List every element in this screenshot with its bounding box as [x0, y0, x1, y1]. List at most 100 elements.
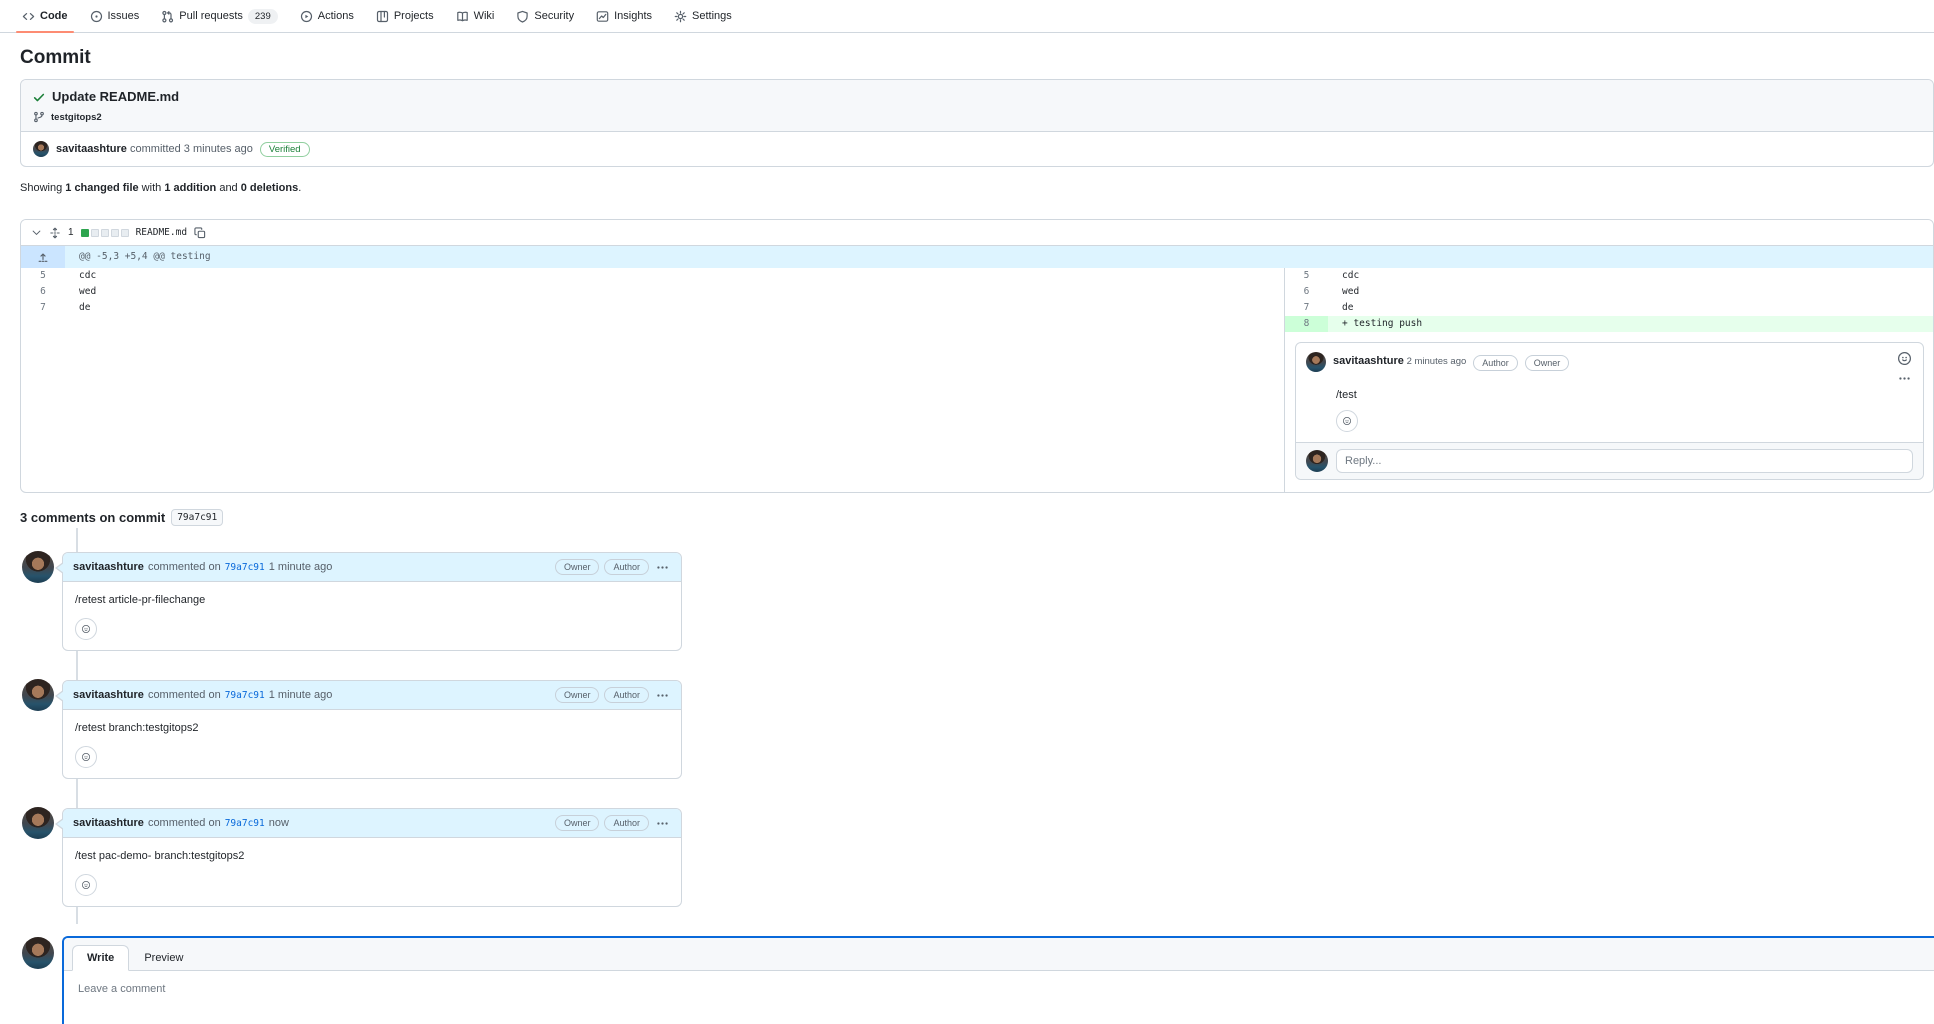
- avatar[interactable]: [1306, 450, 1328, 472]
- avatar[interactable]: [33, 141, 49, 157]
- tab-actions[interactable]: Actions: [300, 0, 354, 32]
- kebab-menu-icon[interactable]: [654, 817, 671, 830]
- author-badge: Author: [1473, 355, 1518, 371]
- diff-empty-cell: [65, 316, 1284, 332]
- commit-author[interactable]: savitaashture: [56, 143, 127, 155]
- commit-title: Update README.md: [52, 89, 179, 104]
- comment-time: 1 minute ago: [269, 689, 333, 701]
- diff-line-number[interactable]: 8: [1284, 316, 1328, 332]
- inline-thread-cell: savitaashture 2 minutes ago Author Owner…: [1284, 332, 1933, 492]
- composer-box: Write Preview: [62, 936, 1934, 1024]
- comments-heading: 3 comments on commit 79a7c91: [20, 509, 1934, 526]
- add-reaction-button[interactable]: [1336, 410, 1358, 432]
- avatar[interactable]: [1306, 352, 1326, 372]
- kebab-menu-icon[interactable]: [654, 689, 671, 702]
- comment-author[interactable]: savitaashture: [73, 689, 144, 701]
- copy-icon: [194, 227, 206, 239]
- author-badge: Author: [604, 559, 649, 575]
- actions-icon: [300, 10, 313, 23]
- tab-code[interactable]: Code: [22, 0, 68, 32]
- unfold-icon: [49, 227, 61, 239]
- verified-badge[interactable]: Verified: [260, 142, 310, 157]
- code-icon: [22, 10, 35, 23]
- tab-actions-label: Actions: [318, 10, 354, 22]
- git-branch-icon: [33, 111, 45, 123]
- tab-write[interactable]: Write: [72, 945, 129, 971]
- comment-time: 1 minute ago: [269, 561, 333, 573]
- avatar[interactable]: [22, 679, 54, 711]
- additions-count: 1 addition: [164, 182, 216, 194]
- diff-empty-cell: [21, 316, 65, 332]
- tab-insights-label: Insights: [614, 10, 652, 22]
- commit-meta: savitaashture committed 3 minutes ago Ve…: [21, 132, 1933, 166]
- commit-sha-link[interactable]: 79a7c91: [225, 562, 265, 573]
- expand-hunk-button[interactable]: [21, 246, 65, 268]
- diff-line-content: de: [1328, 300, 1933, 316]
- diff-line-content: cdc: [65, 268, 1284, 284]
- comment-author[interactable]: savitaashture: [73, 561, 144, 573]
- diff-line-number[interactable]: 7: [1284, 300, 1328, 316]
- owner-badge: Owner: [555, 687, 600, 703]
- diff-line-number[interactable]: 7: [21, 300, 65, 316]
- diff-line-number[interactable]: 6: [1284, 284, 1328, 300]
- wiki-icon: [456, 10, 469, 23]
- author-badge: Author: [604, 687, 649, 703]
- collapse-file-button[interactable]: [31, 227, 42, 238]
- commit-meta-text: committed 3 minutes ago: [130, 143, 253, 155]
- comment-time: 2 minutes ago: [1407, 356, 1467, 367]
- tab-projects[interactable]: Projects: [376, 0, 434, 32]
- comment-author[interactable]: savitaashture: [73, 817, 144, 829]
- check-icon: [33, 91, 45, 103]
- tab-wiki[interactable]: Wiki: [456, 0, 495, 32]
- add-reaction-button[interactable]: [75, 618, 97, 640]
- diff-line-content-addition: + testing push: [1328, 316, 1933, 332]
- diff-line-number[interactable]: 5: [1284, 268, 1328, 284]
- tab-security[interactable]: Security: [516, 0, 574, 32]
- copy-path-button[interactable]: [194, 227, 206, 239]
- split-diff: @@ -5,3 +5,4 @@ testing 5 cdc 5 cdc 6 we…: [21, 246, 1933, 492]
- inline-comment-thread: savitaashture 2 minutes ago Author Owner…: [1295, 342, 1924, 480]
- commit-sha-link[interactable]: 79a7c91: [225, 690, 265, 701]
- tab-issues[interactable]: Issues: [90, 0, 140, 32]
- comment: savitaashture commented on 79a7c91 1 min…: [0, 552, 1934, 651]
- comment-time: now: [269, 817, 289, 829]
- commit-box: Update README.md testgitops2 savitaashtu…: [20, 79, 1934, 167]
- diff-filename[interactable]: README.md: [136, 227, 187, 238]
- kebab-menu-icon[interactable]: [654, 561, 671, 574]
- diff-line-content: wed: [1328, 284, 1933, 300]
- add-reaction-button[interactable]: [75, 874, 97, 896]
- commit-sha-link[interactable]: 79a7c91: [225, 818, 265, 829]
- comment: savitaashture commented on 79a7c91 now O…: [0, 808, 1934, 907]
- add-reaction-button[interactable]: [75, 746, 97, 768]
- kebab-menu-icon[interactable]: [1896, 372, 1913, 385]
- tab-issues-label: Issues: [108, 10, 140, 22]
- owner-badge: Owner: [555, 815, 600, 831]
- tab-settings[interactable]: Settings: [674, 0, 732, 32]
- security-icon: [516, 10, 529, 23]
- tab-insights[interactable]: Insights: [596, 0, 652, 32]
- owner-badge: Owner: [1525, 355, 1570, 371]
- deletions-count: 0 deletions: [241, 182, 298, 194]
- tab-preview[interactable]: Preview: [129, 945, 198, 971]
- diff-summary: Showing 1 changed file with 1 addition a…: [20, 182, 1934, 194]
- reply-input[interactable]: [1336, 449, 1913, 473]
- changed-files-count: 1 changed file: [65, 182, 138, 194]
- comment-textarea[interactable]: [76, 981, 1904, 1021]
- diff-line-content: cdc: [1328, 268, 1933, 284]
- diff-line-content: de: [65, 300, 1284, 316]
- comment-author[interactable]: savitaashture: [1333, 355, 1404, 367]
- comment: savitaashture commented on 79a7c91 1 min…: [0, 680, 1934, 779]
- author-badge: Author: [604, 815, 649, 831]
- composer-tabs: Write Preview: [64, 938, 1934, 971]
- add-reaction-icon[interactable]: [1896, 352, 1913, 365]
- commit-branch[interactable]: testgitops2: [51, 112, 102, 123]
- diff-line-number[interactable]: 5: [21, 268, 65, 284]
- tab-pull-requests[interactable]: Pull requests 239: [161, 0, 277, 32]
- diff-line-number[interactable]: 6: [21, 284, 65, 300]
- comment-body: /retest article-pr-filechange: [75, 594, 669, 606]
- comment-header: savitaashture commented on 79a7c91 1 min…: [63, 681, 681, 710]
- avatar[interactable]: [22, 937, 54, 969]
- expand-diff-button[interactable]: [49, 227, 61, 239]
- avatar[interactable]: [22, 807, 54, 839]
- avatar[interactable]: [22, 551, 54, 583]
